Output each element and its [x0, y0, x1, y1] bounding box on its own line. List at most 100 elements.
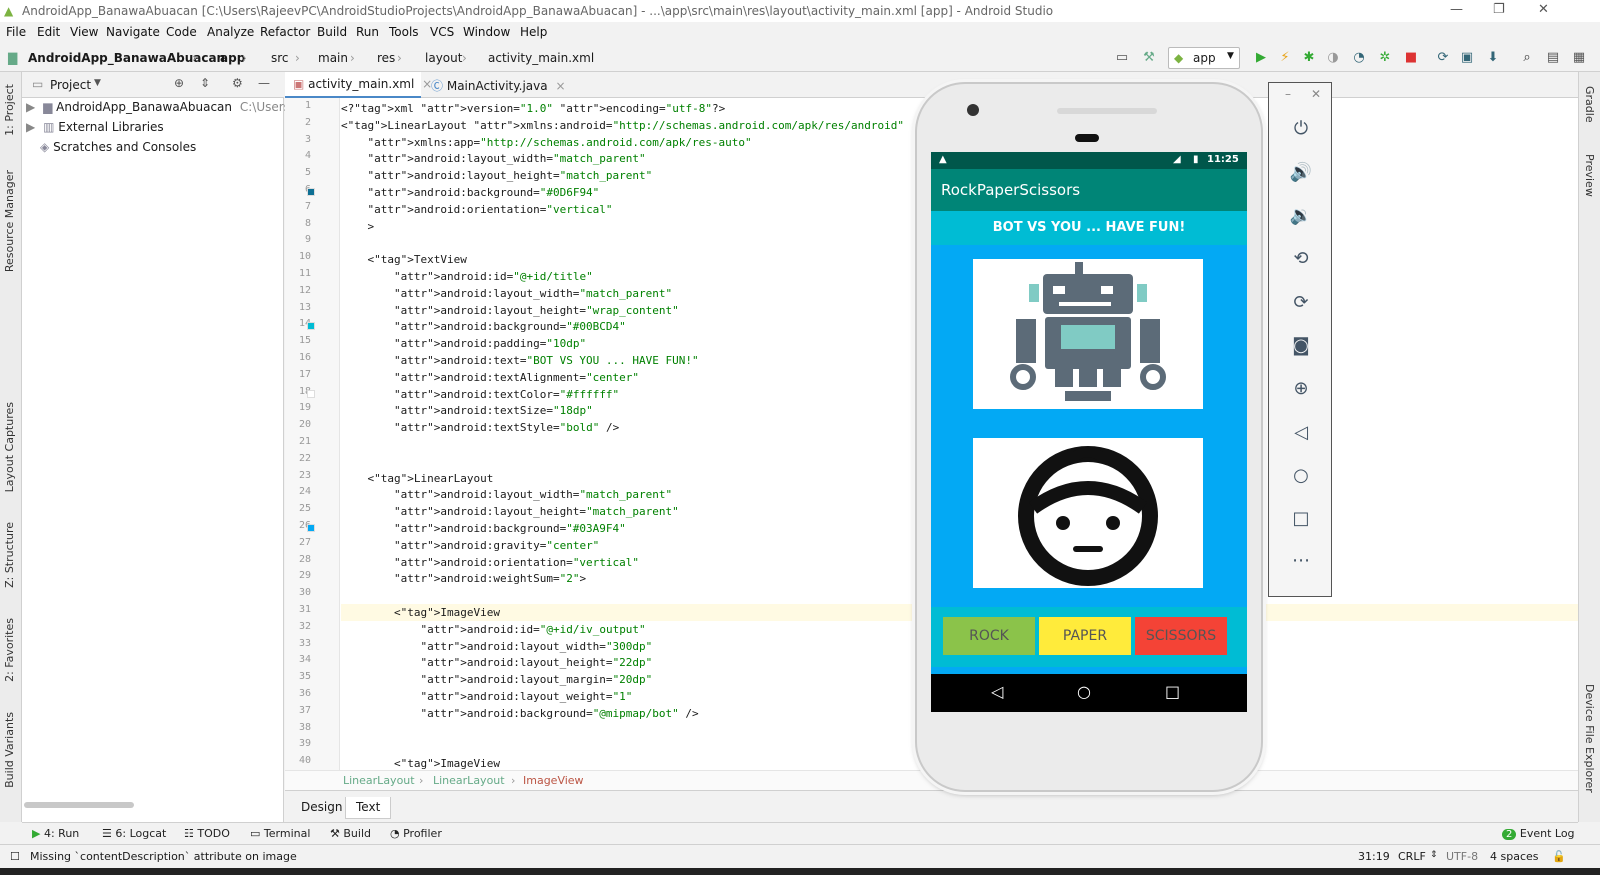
hide-icon[interactable]: —	[258, 76, 270, 90]
minimize-emulator-icon[interactable]: –	[1285, 87, 1291, 101]
color-swatch[interactable]	[307, 524, 315, 532]
menu-navigate[interactable]: Navigate	[106, 25, 160, 39]
menu-analyze[interactable]: Analyze	[207, 25, 254, 39]
code-line[interactable]: "attr">android:layout_width="match_paren…	[341, 150, 646, 167]
power-icon[interactable]: ⏻	[1289, 117, 1313, 141]
project-view-label[interactable]: Project	[50, 78, 91, 92]
run-config-select[interactable]: ◆ app ▼	[1168, 47, 1240, 69]
camera-icon[interactable]: ◙	[1289, 334, 1313, 358]
code-line[interactable]: <?"tag">xml "attr">version="1.0" "attr">…	[341, 100, 725, 117]
menu-file[interactable]: File	[6, 25, 26, 39]
tab-layout-captures[interactable]: Layout Captures	[3, 402, 16, 492]
more-icon[interactable]: ⋯	[1289, 549, 1313, 573]
code-line[interactable]: "attr">android:layout_width="match_paren…	[341, 486, 672, 503]
rock-button[interactable]: ROCK	[943, 617, 1035, 655]
code-line[interactable]: "attr">android:layout_height="match_pare…	[341, 503, 679, 520]
code-line[interactable]: <"tag">LinearLayout "attr">xmlns:android…	[341, 117, 904, 134]
attach-debugger-icon[interactable]: ✲	[1376, 49, 1394, 67]
menu-help[interactable]: Help	[520, 25, 547, 39]
run-icon[interactable]: ▶	[1252, 49, 1270, 67]
breadcrumb-src[interactable]: src	[271, 51, 289, 65]
close-emulator-icon[interactable]: ✕	[1311, 87, 1321, 101]
code-line[interactable]: "attr">android:background="@mipmap/bot" …	[341, 705, 698, 722]
logcat-tool[interactable]: ☰ 6: Logcat	[102, 827, 166, 840]
code-line[interactable]: "attr">android:textAlignment="center"	[341, 369, 639, 386]
menu-refactor[interactable]: Refactor	[260, 25, 310, 39]
search-icon[interactable]: ⌕	[1518, 49, 1536, 67]
code-line[interactable]: "attr">android:id="@+id/iv_output"	[341, 621, 645, 638]
home-icon[interactable]: ○	[1289, 464, 1313, 488]
tab-design[interactable]: Design	[291, 797, 352, 819]
todo-tool[interactable]: ☷ TODO	[184, 827, 230, 840]
tab-activity-main[interactable]: ▣ activity_main.xml ×	[285, 72, 432, 98]
tree-item-project[interactable]: ▶ ▆ AndroidApp_BanawaAbuacan C:\Users\R	[26, 100, 302, 114]
breadcrumb-main[interactable]: main	[318, 51, 348, 65]
code-line[interactable]: "attr">xmlns:app="http://schemas.android…	[341, 134, 752, 151]
code-line[interactable]: <"tag">ImageView	[341, 755, 500, 770]
xml-crumb-root[interactable]: LinearLayout	[343, 774, 415, 787]
sdk-manager-icon[interactable]: ⬇	[1484, 49, 1502, 67]
breadcrumb-layout[interactable]: layout	[425, 51, 462, 65]
profiler-tool[interactable]: ◔ Profiler	[390, 827, 442, 840]
menu-code[interactable]: Code	[166, 25, 197, 39]
tree-item-scratches[interactable]: ◈ Scratches and Consoles	[40, 140, 196, 154]
overview-icon[interactable]: □	[1165, 682, 1180, 701]
close-icon[interactable]: ✕	[1538, 2, 1549, 17]
color-swatch[interactable]	[307, 322, 315, 331]
rotate-right-icon[interactable]: ⟳	[1289, 291, 1313, 315]
code-line[interactable]: "attr">android:textStyle="bold" />	[341, 419, 619, 436]
file-encoding[interactable]: UTF-8	[1446, 850, 1478, 863]
code-line[interactable]: >	[341, 218, 374, 235]
code-line[interactable]: "attr">android:background="#0D6F94"	[341, 184, 600, 201]
menu-view[interactable]: View	[70, 25, 98, 39]
tree-item-external-libraries[interactable]: ▶ ▥ External Libraries	[26, 120, 164, 134]
chevron-down-icon[interactable]: ▼	[94, 78, 101, 88]
rotate-left-icon[interactable]: ⟲	[1289, 247, 1313, 271]
menu-run[interactable]: Run	[356, 25, 379, 39]
back-icon[interactable]: ◁	[991, 682, 1003, 701]
code-line[interactable]: "attr">android:textSize="18dp"	[341, 402, 593, 419]
code-line[interactable]: "attr">android:layout_weight="1"	[341, 688, 632, 705]
tab-gradle[interactable]: Gradle	[1583, 86, 1596, 123]
run-tool[interactable]: ▶ 4: Run	[32, 827, 79, 840]
code-line[interactable]: "attr">android:layout_height="match_pare…	[341, 167, 653, 184]
code-line[interactable]: <"tag">LinearLayout	[341, 470, 493, 487]
indent-setting[interactable]: 4 spaces	[1490, 850, 1539, 863]
volume-up-icon[interactable]: 🔊	[1289, 161, 1313, 185]
gear-icon[interactable]: ⚙	[232, 76, 243, 90]
terminal-tool[interactable]: ▭ Terminal	[250, 827, 310, 840]
volume-down-icon[interactable]: 🔉	[1289, 204, 1313, 228]
code-line[interactable]: "attr">android:background="#03A9F4"	[341, 520, 626, 537]
scissors-button[interactable]: SCISSORS	[1135, 617, 1227, 655]
tab-build-variants[interactable]: Build Variants	[3, 712, 16, 788]
cursor-position[interactable]: 31:19	[1358, 850, 1390, 863]
menu-edit[interactable]: Edit	[37, 25, 60, 39]
restore-icon[interactable]: ❐	[1493, 2, 1505, 17]
paper-button[interactable]: PAPER	[1039, 617, 1131, 655]
build-tool[interactable]: ⚒ Build	[330, 827, 371, 840]
tab-text[interactable]: Text	[345, 797, 392, 819]
code-line[interactable]: "attr">android:textColor="#ffffff"	[341, 386, 619, 403]
code-line[interactable]: "attr">android:layout_height="wrap_conte…	[341, 302, 679, 319]
code-line[interactable]: "attr">android:id="@+id/title"	[341, 268, 593, 285]
code-line[interactable]: <"tag">TextView	[341, 251, 466, 268]
tab-resource-manager[interactable]: Resource Manager	[3, 170, 16, 272]
horizontal-scrollbar[interactable]	[24, 802, 134, 808]
menu-tools[interactable]: Tools	[389, 25, 419, 39]
settings-icon[interactable]: ▦	[1570, 49, 1588, 67]
stop-icon[interactable]: ■	[1402, 49, 1420, 67]
hammer-icon[interactable]: ⚒	[1140, 49, 1158, 67]
menu-vcs[interactable]: VCS	[430, 25, 454, 39]
apply-changes-icon[interactable]: ⚡	[1276, 49, 1294, 67]
home-icon[interactable]: ○	[1077, 682, 1091, 701]
code-line[interactable]: "attr">android:layout_width="match_paren…	[341, 285, 672, 302]
tab-preview[interactable]: Preview	[1583, 154, 1596, 197]
lock-icon[interactable]: 🔓	[1552, 850, 1566, 863]
zoom-icon[interactable]: ⊕	[1289, 377, 1313, 401]
line-separator[interactable]: CRLF	[1398, 850, 1426, 863]
avd-manager-icon[interactable]: ▣	[1458, 49, 1476, 67]
device-icon[interactable]: ▭	[1113, 49, 1131, 67]
tab-structure[interactable]: Z: Structure	[3, 522, 16, 588]
tab-project[interactable]: 1: Project	[3, 84, 16, 136]
tab-device-file-explorer[interactable]: Device File Explorer	[1583, 684, 1596, 793]
